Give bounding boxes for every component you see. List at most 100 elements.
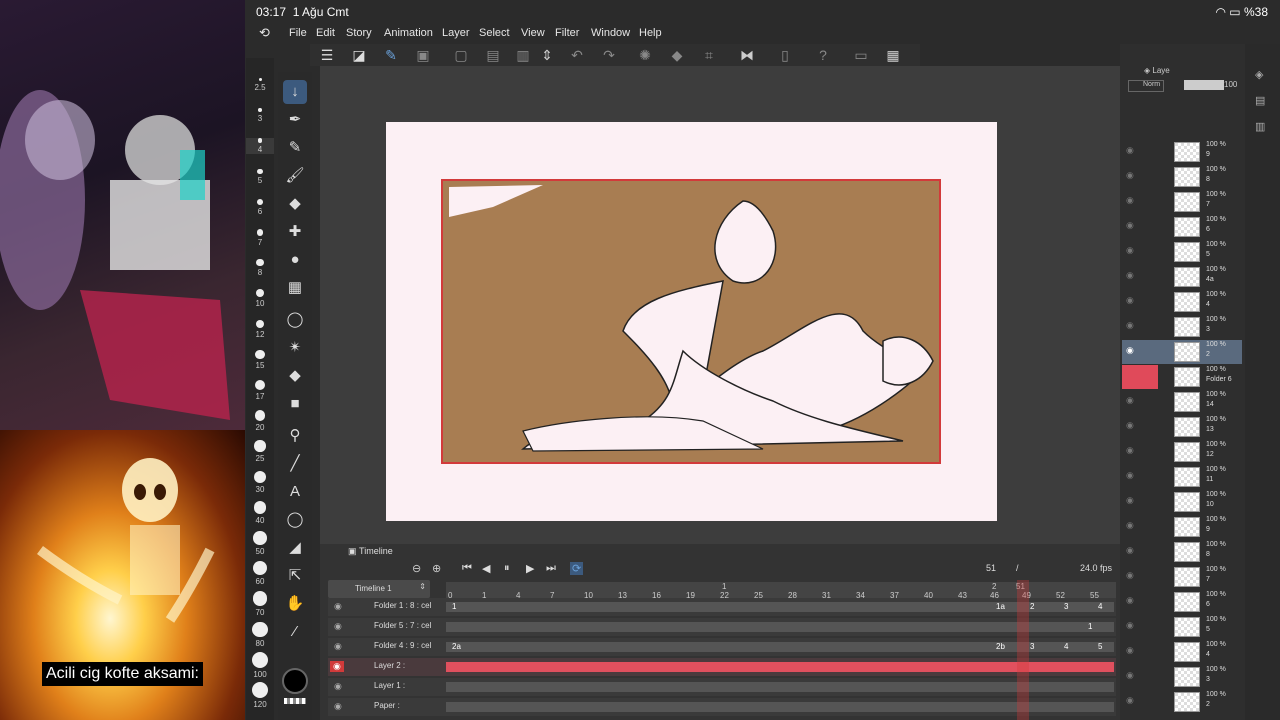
undo-icon[interactable]: ↶	[568, 46, 586, 64]
brush-size-item[interactable]: 40	[246, 500, 274, 525]
track-cel-bar[interactable]	[446, 662, 1114, 672]
updown-icon[interactable]: ⇕	[538, 46, 556, 64]
brush-size-item[interactable]: 70	[246, 591, 274, 617]
crop-icon[interactable]: ⌗	[700, 46, 718, 64]
timeline-track[interactable]: ◉ Paper :	[328, 698, 1116, 716]
hamburger-icon[interactable]: ☰	[318, 46, 336, 64]
cel-marker[interactable]: 1	[1088, 622, 1092, 631]
brush-tool-icon[interactable]: 🖌	[283, 164, 307, 188]
canvas-icon[interactable]: ◪	[350, 46, 368, 64]
track-cel-bar[interactable]	[446, 622, 1114, 632]
fps-display[interactable]: 24.0 fps	[1080, 563, 1112, 573]
brush-size-item[interactable]: 7	[246, 229, 274, 247]
brush-size-item[interactable]: 6	[246, 198, 274, 216]
layer-row[interactable]: ◉ 100 % 9	[1122, 515, 1242, 539]
brush-size-item[interactable]: 17	[246, 380, 274, 401]
layer-row[interactable]: ◉ 100 % 7	[1122, 190, 1242, 214]
app-logo-icon[interactable]: ⟲	[259, 25, 270, 41]
frame-tool-icon[interactable]: ◢	[283, 536, 307, 560]
layers-tab[interactable]: ◈ Laye	[1144, 66, 1170, 75]
opacity-value[interactable]: 100	[1224, 80, 1237, 89]
menu-edit[interactable]: Edit	[316, 27, 335, 39]
line-tool-icon[interactable]: ╱	[283, 452, 307, 476]
operation-tool-icon[interactable]: ⇱	[283, 564, 307, 588]
layer-eye-icon[interactable]: ◉	[1126, 445, 1134, 456]
layer-row[interactable]: ◉ 100 % 12	[1122, 440, 1242, 464]
layer-row[interactable]: ◉ 100 % 8	[1122, 165, 1242, 189]
layer-row[interactable]: ◉ 100 % 9	[1122, 140, 1242, 164]
menu-file[interactable]: File	[289, 27, 307, 39]
brush-size-item[interactable]: 5	[246, 168, 274, 185]
track-cel-bar[interactable]	[446, 682, 1114, 692]
zoom-tool-icon[interactable]: ⚲	[283, 424, 307, 448]
menu-window[interactable]: Window	[591, 27, 630, 39]
timeline-track[interactable]: ◉ Folder 4 : 9 : cel 2a 2b 3 4 5	[328, 638, 1116, 656]
layer-eye-icon[interactable]: ◉	[1126, 145, 1134, 156]
prev-frame-icon[interactable]: ◀	[482, 562, 490, 575]
brush-size-item[interactable]: 4	[246, 138, 274, 154]
menu-help[interactable]: Help	[639, 27, 662, 39]
layer-eye-icon[interactable]: ◉	[1126, 695, 1134, 706]
brush-size-item[interactable]: 20	[246, 410, 274, 432]
hand-tool-icon[interactable]: ✋	[283, 592, 307, 616]
layer-eye-icon[interactable]: ◉	[1126, 470, 1134, 481]
eraser-tool-icon[interactable]: ◆	[283, 192, 307, 216]
new-icon[interactable]: ▢	[452, 46, 470, 64]
pause-icon[interactable]: ⏸	[504, 562, 510, 575]
palette-icon[interactable]: ◈	[1255, 68, 1263, 81]
spinner-icon[interactable]: ✺	[636, 46, 654, 64]
brush-size-item[interactable]: 3	[246, 108, 274, 123]
layer-eye-icon[interactable]: ◉	[1126, 320, 1134, 331]
layer-row[interactable]: ◉ 100 % 2	[1122, 340, 1242, 364]
menu-story[interactable]: Story	[346, 27, 372, 39]
doc-icon[interactable]: ▯	[776, 46, 794, 64]
menu-layer[interactable]: Layer	[442, 27, 470, 39]
brush-edit-icon[interactable]: ✎	[382, 46, 400, 64]
layer-eye-icon[interactable]: ◉	[1126, 220, 1134, 231]
transparent-swatch[interactable]	[284, 698, 306, 704]
layer-row[interactable]: ◉ 100 % 5	[1122, 240, 1242, 264]
layer-row[interactable]: ◉ 100 % 5	[1122, 615, 1242, 639]
props-icon[interactable]: ▥	[1255, 120, 1265, 133]
brush-size-item[interactable]: 60	[246, 561, 274, 586]
brush-size-item[interactable]: 12	[246, 319, 274, 339]
cel-marker[interactable]: 2	[1030, 602, 1034, 611]
brush-size-item[interactable]: 15	[246, 349, 274, 370]
cel-marker[interactable]: 4	[1064, 642, 1068, 651]
brush-size-item[interactable]: 30	[246, 470, 274, 494]
cel-marker[interactable]: 2a	[452, 642, 461, 651]
layer-row[interactable]: ◉ 100 % 3	[1122, 665, 1242, 689]
cel-marker[interactable]: 5	[1098, 642, 1102, 651]
help-icon[interactable]: ?	[814, 46, 832, 64]
lasso-tool-icon[interactable]: ◯	[283, 308, 307, 332]
magic-wand-icon[interactable]: ✴	[283, 336, 307, 360]
eye-icon[interactable]: ◉	[330, 661, 344, 672]
layer-row[interactable]: ◉ 100 % 7	[1122, 565, 1242, 589]
brush-size-item[interactable]: 100	[246, 651, 274, 679]
next-frame-icon[interactable]: ▶	[526, 562, 534, 575]
layer-eye-icon[interactable]: ◉	[1126, 595, 1134, 606]
layer-row[interactable]: ◉ 100 % 8	[1122, 540, 1242, 564]
move-tool-icon[interactable]: ↓	[283, 80, 307, 104]
brush-size-item[interactable]: 50	[246, 531, 274, 556]
cel-marker[interactable]: 1a	[996, 602, 1005, 611]
pencil-tool-icon[interactable]: ✎	[283, 136, 307, 160]
menu-view[interactable]: View	[521, 27, 545, 39]
eye-icon[interactable]: ◉	[334, 621, 342, 632]
timeline-track[interactable]: ◉ Layer 1 :	[328, 678, 1116, 696]
brush-size-item[interactable]: 2.5	[246, 78, 274, 92]
drawing-frame[interactable]	[441, 179, 941, 464]
layer-row[interactable]: ◉ 100 % 14	[1122, 390, 1242, 414]
menu-filter[interactable]: Filter	[555, 27, 579, 39]
layer-row[interactable]: ◉ 100 % 6	[1122, 590, 1242, 614]
layer-eye-icon[interactable]: ◉	[1126, 645, 1134, 656]
folder-icon[interactable]: ▤	[484, 46, 502, 64]
first-frame-icon[interactable]: ⏮	[462, 562, 472, 575]
brush-size-item[interactable]: 120	[246, 682, 274, 709]
layer-eye-icon[interactable]: ◉	[1126, 245, 1134, 256]
grid-tool-icon[interactable]: ▦	[283, 276, 307, 300]
eye-icon[interactable]: ◉	[334, 601, 342, 612]
layer-icon[interactable]: ▣	[414, 46, 432, 64]
fill-icon[interactable]: ◆	[668, 46, 686, 64]
layer-eye-icon[interactable]: ◉	[1126, 195, 1134, 206]
